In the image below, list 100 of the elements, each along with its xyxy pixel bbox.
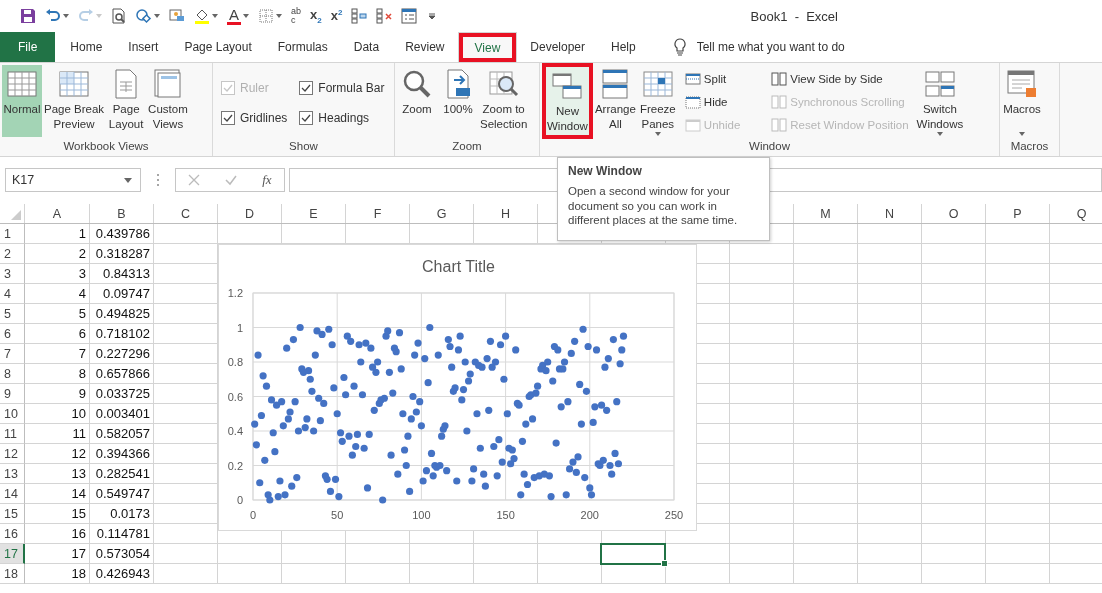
- axis-label: 0.6: [227, 390, 243, 403]
- column-header[interactable]: P: [986, 204, 1050, 223]
- group-label: Show: [288, 139, 319, 154]
- axis-label: 1: [236, 321, 243, 334]
- column-header[interactable]: H: [474, 204, 538, 223]
- tooltip-title: New Window: [568, 164, 643, 178]
- ribbon-button[interactable]: Macros: [1002, 65, 1042, 137]
- group-label: Zoom: [451, 139, 483, 154]
- axis-label: 150: [496, 509, 515, 521]
- ribbon-tab[interactable]: Data: [340, 32, 393, 62]
- ribbon-tab[interactable]: Formulas: [264, 32, 341, 62]
- column-header[interactable]: Q: [1050, 204, 1102, 223]
- row-header[interactable]: 9: [0, 384, 25, 404]
- column-header[interactable]: B: [90, 204, 154, 223]
- table-cell: 6: [25, 324, 90, 344]
- table-cell: 13: [25, 464, 90, 484]
- column-header[interactable]: M: [794, 204, 858, 223]
- ribbon-tab[interactable]: Help: [598, 32, 649, 62]
- table-cell: 3: [25, 264, 90, 284]
- ribbon-button[interactable]: Arrange All: [593, 65, 637, 137]
- tooltip-text: Open a second window for your document so you can work in different places at the same time.: [568, 184, 739, 228]
- ribbon-button[interactable]: Normal: [2, 65, 42, 137]
- row-header[interactable]: 6: [0, 324, 25, 344]
- ribbon-button[interactable]: Page Layout: [106, 65, 147, 137]
- column-header[interactable]: F: [346, 204, 410, 223]
- table-cell: 0.003401: [90, 404, 154, 424]
- ribbon-button[interactable]: Zoom: [397, 65, 437, 137]
- row-header[interactable]: 18: [0, 564, 25, 584]
- axis-label: 0: [249, 509, 257, 521]
- row-header[interactable]: 4: [0, 284, 25, 304]
- ribbon-small-button[interactable]: Hide: [682, 90, 743, 113]
- table-cell: 8: [25, 364, 90, 384]
- name-box[interactable]: K17: [5, 168, 141, 192]
- ribbon-tab[interactable]: Review: [392, 32, 458, 62]
- row-header[interactable]: 1: [0, 224, 25, 244]
- spelling-icon[interactable]: ab c: [291, 7, 302, 25]
- axis-label: 200: [580, 509, 599, 521]
- column-header[interactable]: A: [25, 204, 90, 223]
- table-cell: 0.84313: [90, 264, 154, 284]
- group-label: Macros: [1009, 139, 1050, 154]
- table-cell: 5: [25, 304, 90, 324]
- ribbon-button[interactable]: Switch Windows: [915, 65, 965, 137]
- subscript-icon[interactable]: x$_{2}$: [310, 7, 322, 25]
- row-header[interactable]: 14: [0, 484, 25, 504]
- table-cell: 16: [25, 524, 90, 544]
- ribbon-button[interactable]: Zoom to Selection: [479, 65, 529, 137]
- row-header[interactable]: 13: [0, 464, 25, 484]
- table-cell: 0.439786: [90, 224, 154, 244]
- table-cell: 0.718102: [90, 324, 154, 344]
- axis-label: 100: [412, 509, 431, 521]
- column-header[interactable]: O: [922, 204, 986, 223]
- row-header[interactable]: 2: [0, 244, 25, 264]
- column-header[interactable]: G: [410, 204, 474, 223]
- checkbox[interactable]: Formula Bar: [299, 73, 385, 103]
- table-cell: 1: [25, 224, 90, 244]
- column-header[interactable]: C: [154, 204, 218, 223]
- insert-function-button[interactable]: fx: [262, 172, 272, 188]
- table-cell: 14: [25, 484, 90, 504]
- table-cell: 0.582057: [90, 424, 154, 444]
- row-header[interactable]: 12: [0, 444, 25, 464]
- table-cell: 0.318287: [90, 244, 154, 264]
- table-cell: 0.426943: [90, 564, 154, 584]
- row-header[interactable]: 5: [0, 304, 25, 324]
- file-tab[interactable]: File: [0, 32, 56, 62]
- row-header[interactable]: 17: [0, 544, 25, 564]
- table-cell: 7: [25, 344, 90, 364]
- column-header[interactable]: E: [282, 204, 346, 223]
- ribbon-tab[interactable]: Home: [57, 32, 116, 62]
- table-cell: 0.494825: [90, 304, 154, 324]
- row-header[interactable]: 8: [0, 364, 25, 384]
- checkbox[interactable]: Headings: [299, 103, 385, 133]
- ribbon-tab[interactable]: Insert: [115, 32, 172, 62]
- ribbon-button[interactable]: 100%: [438, 65, 478, 137]
- table-cell: 0.227296: [90, 344, 154, 364]
- checkbox[interactable]: Gridlines: [221, 103, 288, 133]
- row-header[interactable]: 7: [0, 344, 25, 364]
- row-header[interactable]: 15: [0, 504, 25, 524]
- row-header[interactable]: 3: [0, 264, 25, 284]
- column-header[interactable]: D: [218, 204, 282, 223]
- ribbon-button[interactable]: New Window: [542, 63, 593, 139]
- ribbon-button[interactable]: Page Break Preview: [43, 65, 106, 137]
- row-header[interactable]: 10: [0, 404, 25, 424]
- ribbon-button[interactable]: Custom Views: [147, 65, 189, 137]
- chart-area[interactable]: Chart Title 0 0.2 0.4 0.6 0.8 1 1.2 0 50 100 150 200 250: [218, 244, 697, 531]
- superscript-icon[interactable]: x$^{2}$: [330, 9, 343, 23]
- ribbon-tab[interactable]: Developer: [517, 32, 598, 62]
- table-cell: 0.033725: [90, 384, 154, 404]
- row-header[interactable]: 11: [0, 424, 25, 444]
- table-cell: 0.09747: [90, 284, 154, 304]
- table-cell: 15: [25, 504, 90, 524]
- ribbon-tab[interactable]: View: [457, 32, 518, 62]
- ribbon-button[interactable]: Freeze Panes: [637, 65, 678, 137]
- ribbon-small-button[interactable]: Split: [682, 67, 743, 90]
- axis-label: 50: [331, 509, 344, 521]
- ribbon-small-button[interactable]: View Side by Side: [769, 67, 911, 90]
- table-cell: 0.0173: [90, 504, 154, 524]
- table-cell: 4: [25, 284, 90, 304]
- ribbon-tab[interactable]: Page Layout: [171, 32, 265, 62]
- tell-me-field[interactable]: Tell me what you want to do: [694, 32, 949, 62]
- column-header[interactable]: N: [858, 204, 922, 223]
